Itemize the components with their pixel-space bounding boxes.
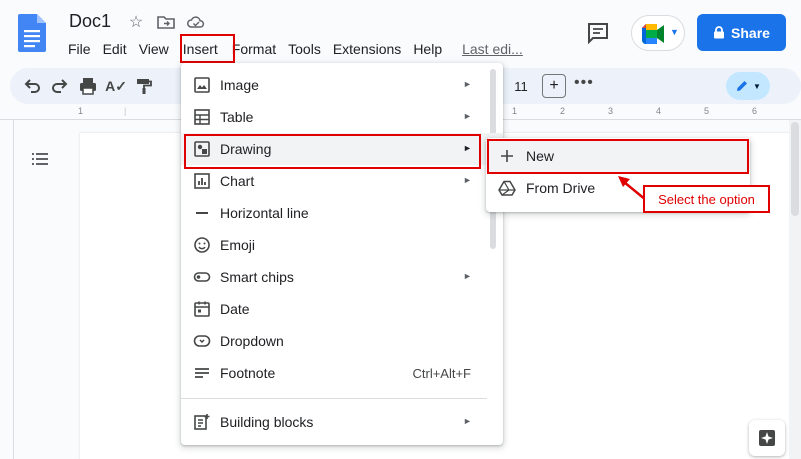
docs-header: Doc1 ☆ File Edit View Insert Format Tool…: [0, 0, 801, 66]
font-size-value[interactable]: 11: [507, 74, 535, 98]
document-outline-icon[interactable]: [30, 149, 50, 169]
menu-edit[interactable]: Edit: [97, 38, 133, 60]
menu-bar: File Edit View Insert Format Tools Exten…: [62, 38, 529, 60]
insert-menu-highlight-box: [180, 34, 235, 63]
calendar-icon: [194, 301, 210, 317]
menu-item-dropdown[interactable]: Dropdown: [181, 325, 503, 357]
spellcheck-icon[interactable]: A✓: [105, 76, 127, 96]
share-button-label: Share: [731, 24, 770, 41]
menu-view[interactable]: View: [133, 38, 175, 60]
lock-icon: [714, 26, 725, 39]
page-scrollbar-thumb[interactable]: [791, 122, 799, 216]
chevron-down-icon: ▼: [670, 27, 679, 37]
ruler-number: 5: [704, 106, 710, 116]
print-icon[interactable]: [78, 76, 98, 96]
drawing-highlight-box: [184, 134, 481, 169]
menu-item-label: Chart: [220, 173, 255, 189]
ruler-number: 6: [752, 106, 758, 116]
ruler-number: 4: [656, 106, 662, 116]
explore-sparkle-icon: [759, 430, 775, 446]
share-button[interactable]: Share: [697, 14, 786, 51]
menu-item-chart[interactable]: Chart ►: [181, 165, 503, 197]
new-highlight-box: [487, 139, 749, 174]
menu-item-building-blocks[interactable]: Building blocks ►: [181, 406, 503, 438]
ruler-number: 2: [560, 106, 566, 116]
menu-item-horizontal-line[interactable]: Horizontal line: [181, 197, 503, 229]
footnote-icon: [195, 368, 209, 378]
editing-mode-button[interactable]: ▼: [726, 72, 770, 100]
submenu-arrow-icon: ►: [463, 111, 472, 121]
document-title[interactable]: Doc1: [69, 11, 111, 32]
emoji-icon: [194, 237, 210, 253]
menu-item-table[interactable]: Table ►: [181, 101, 503, 133]
meet-button[interactable]: ▼: [631, 15, 685, 51]
menu-item-label: Date: [220, 301, 250, 317]
cloud-saved-icon[interactable]: [186, 12, 206, 32]
star-icon[interactable]: ☆: [126, 12, 146, 32]
menu-item-label: Horizontal line: [220, 205, 309, 221]
menu-separator: [181, 398, 487, 399]
menu-item-label: Dropdown: [220, 333, 284, 349]
menu-item-label: Smart chips: [220, 269, 294, 285]
menu-item-label: Emoji: [220, 237, 256, 253]
explore-button[interactable]: [749, 420, 785, 456]
keyboard-shortcut: Ctrl+Alt+F: [412, 366, 471, 381]
google-docs-window: Doc1 ☆ File Edit View Insert Format Tool…: [0, 0, 801, 459]
menu-item-label: Footnote: [220, 365, 276, 381]
table-icon: [194, 109, 210, 125]
undo-icon[interactable]: [22, 76, 42, 96]
menu-item-footnote[interactable]: Footnote Ctrl+Alt+F: [181, 357, 503, 389]
redo-icon[interactable]: [50, 76, 70, 96]
submenu-arrow-icon: ►: [463, 79, 472, 89]
menu-help[interactable]: Help: [407, 38, 448, 60]
submenu-arrow-icon: ►: [463, 175, 472, 185]
submenu-arrow-icon: ►: [463, 416, 472, 426]
increase-font-size-button[interactable]: +: [542, 74, 566, 98]
horizontal-line-icon: [196, 212, 208, 214]
menu-item-label: Table: [220, 109, 254, 125]
last-edit-link[interactable]: Last edi...: [456, 38, 529, 60]
menu-item-smart-chips[interactable]: Smart chips ►: [181, 261, 503, 293]
pencil-icon: [737, 81, 748, 91]
vertical-ruler: [0, 120, 14, 459]
ruler-number: 1: [512, 106, 518, 116]
insert-dropdown-menu: Image ► Table ► Drawing ► Chart ► Horizo…: [181, 63, 503, 445]
google-docs-logo-icon[interactable]: [18, 14, 46, 52]
comment-history-icon[interactable]: [586, 22, 610, 44]
chevron-down-icon: ▼: [753, 81, 761, 91]
dropdown-icon: [193, 335, 211, 347]
building-blocks-icon: [194, 414, 210, 430]
menu-item-date[interactable]: Date: [181, 293, 503, 325]
menu-tools[interactable]: Tools: [282, 38, 327, 60]
image-icon: [194, 77, 210, 93]
ruler-tick: |: [124, 106, 127, 116]
google-drive-icon: [498, 180, 516, 196]
menu-file[interactable]: File: [62, 38, 97, 60]
chart-icon: [194, 173, 210, 189]
submenu-arrow-icon: ►: [463, 271, 472, 281]
google-meet-icon: [642, 24, 664, 44]
paint-format-icon[interactable]: [134, 76, 154, 96]
menu-item-emoji[interactable]: Emoji: [181, 229, 503, 261]
annotation-callout: Select the option: [643, 185, 770, 213]
smart-chips-icon: [193, 272, 211, 282]
menu-item-label: Image: [220, 77, 259, 93]
move-folder-icon[interactable]: [156, 12, 176, 32]
submenu-item-label: From Drive: [526, 180, 596, 196]
menu-item-image[interactable]: Image ►: [181, 69, 503, 101]
menu-item-label: Building blocks: [220, 414, 314, 430]
ruler-number: 3: [608, 106, 614, 116]
ruler-number: 1: [78, 106, 84, 116]
menu-extensions[interactable]: Extensions: [327, 38, 407, 60]
more-options-icon[interactable]: •••: [574, 74, 594, 92]
